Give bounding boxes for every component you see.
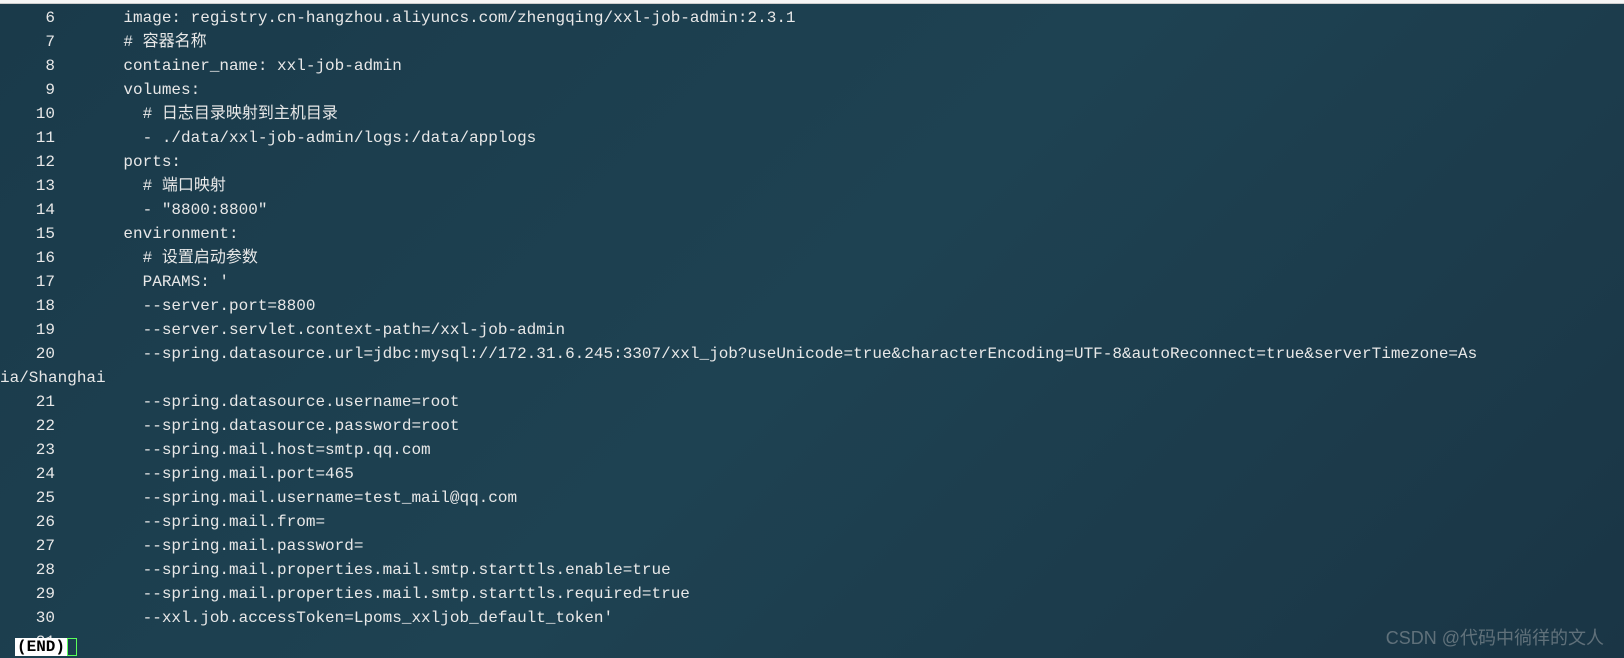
line-number: 13 <box>0 174 85 198</box>
line-content: # 容器名称 <box>85 30 207 54</box>
line-content: # 设置启动参数 <box>85 246 258 270</box>
line-content: # 日志目录映射到主机目录 <box>85 102 338 126</box>
watermark: CSDN @代码中徜徉的文人 <box>1386 624 1604 650</box>
code-line: 24 --spring.mail.port=465 <box>0 462 1624 486</box>
line-number: 17 <box>0 270 85 294</box>
code-line: 11 - ./data/xxl-job-admin/logs:/data/app… <box>0 126 1624 150</box>
code-line: 21 --spring.datasource.username=root <box>0 390 1624 414</box>
line-content: --server.servlet.context-path=/xxl-job-a… <box>85 318 565 342</box>
line-content: image: registry.cn-hangzhou.aliyuncs.com… <box>85 6 796 30</box>
code-line: 20 --spring.datasource.url=jdbc:mysql://… <box>0 342 1624 366</box>
code-line: 7 # 容器名称 <box>0 30 1624 54</box>
line-content: PARAMS: ' <box>85 270 229 294</box>
line-content: --spring.mail.from= <box>85 510 325 534</box>
line-content: # 端口映射 <box>85 174 226 198</box>
line-number: 21 <box>0 390 85 414</box>
code-editor: 6 image: registry.cn-hangzhou.aliyuncs.c… <box>0 4 1624 654</box>
end-marker: (END) <box>15 638 67 656</box>
line-number: 30 <box>0 606 85 630</box>
code-line: 8 container_name: xxl-job-admin <box>0 54 1624 78</box>
line-content: ia/Shanghai <box>0 366 106 390</box>
line-content: --spring.mail.password= <box>85 534 363 558</box>
code-line: 16 # 设置启动参数 <box>0 246 1624 270</box>
code-line: 29 --spring.mail.properties.mail.smtp.st… <box>0 582 1624 606</box>
code-line: 14 - "8800:8800" <box>0 198 1624 222</box>
line-number: 29 <box>0 582 85 606</box>
line-number: 15 <box>0 222 85 246</box>
code-line: 10 # 日志目录映射到主机目录 <box>0 102 1624 126</box>
line-number: 14 <box>0 198 85 222</box>
line-content: --xxl.job.accessToken=Lpoms_xxljob_defau… <box>85 606 613 630</box>
line-number: 9 <box>0 78 85 102</box>
code-line: 9 volumes: <box>0 78 1624 102</box>
line-number: 7 <box>0 30 85 54</box>
line-number: 10 <box>0 102 85 126</box>
code-line: 23 --spring.mail.host=smtp.qq.com <box>0 438 1624 462</box>
code-line: ia/Shanghai <box>0 366 1624 390</box>
line-content: volumes: <box>85 78 200 102</box>
code-line: 27 --spring.mail.password= <box>0 534 1624 558</box>
code-line: 12 ports: <box>0 150 1624 174</box>
line-number: 6 <box>0 6 85 30</box>
line-content: environment: <box>85 222 239 246</box>
line-number: 24 <box>0 462 85 486</box>
line-number: 25 <box>0 486 85 510</box>
code-line: 15 environment: <box>0 222 1624 246</box>
line-number: 23 <box>0 438 85 462</box>
code-line: 31 <box>0 630 1624 654</box>
line-content: - "8800:8800" <box>85 198 267 222</box>
line-number: 19 <box>0 318 85 342</box>
code-line: 26 --spring.mail.from= <box>0 510 1624 534</box>
line-number: 12 <box>0 150 85 174</box>
code-line: 30 --xxl.job.accessToken=Lpoms_xxljob_de… <box>0 606 1624 630</box>
code-line: 19 --server.servlet.context-path=/xxl-jo… <box>0 318 1624 342</box>
status-bar: (END) <box>15 638 77 656</box>
line-number: 22 <box>0 414 85 438</box>
line-content: --spring.mail.username=test_mail@qq.com <box>85 486 517 510</box>
line-content: --spring.mail.properties.mail.smtp.start… <box>85 582 690 606</box>
line-number: 18 <box>0 294 85 318</box>
line-content: container_name: xxl-job-admin <box>85 54 402 78</box>
line-number: 8 <box>0 54 85 78</box>
line-number: 28 <box>0 558 85 582</box>
code-line: 18 --server.port=8800 <box>0 294 1624 318</box>
line-content: --spring.datasource.url=jdbc:mysql://172… <box>85 342 1477 366</box>
code-line: 28 --spring.mail.properties.mail.smtp.st… <box>0 558 1624 582</box>
code-line: 6 image: registry.cn-hangzhou.aliyuncs.c… <box>0 6 1624 30</box>
line-content: --spring.datasource.username=root <box>85 390 459 414</box>
cursor-icon <box>67 638 77 656</box>
line-number: 16 <box>0 246 85 270</box>
line-content: --spring.datasource.password=root <box>85 414 459 438</box>
line-content: - ./data/xxl-job-admin/logs:/data/applog… <box>85 126 536 150</box>
line-content: --server.port=8800 <box>85 294 315 318</box>
line-number: 11 <box>0 126 85 150</box>
line-content: --spring.mail.properties.mail.smtp.start… <box>85 558 671 582</box>
code-line: 13 # 端口映射 <box>0 174 1624 198</box>
line-number: 27 <box>0 534 85 558</box>
line-content: --spring.mail.port=465 <box>85 462 354 486</box>
code-line: 17 PARAMS: ' <box>0 270 1624 294</box>
line-content: ports: <box>85 150 181 174</box>
line-number: 20 <box>0 342 85 366</box>
code-line: 22 --spring.datasource.password=root <box>0 414 1624 438</box>
code-line: 25 --spring.mail.username=test_mail@qq.c… <box>0 486 1624 510</box>
line-content: --spring.mail.host=smtp.qq.com <box>85 438 431 462</box>
line-number: 26 <box>0 510 85 534</box>
